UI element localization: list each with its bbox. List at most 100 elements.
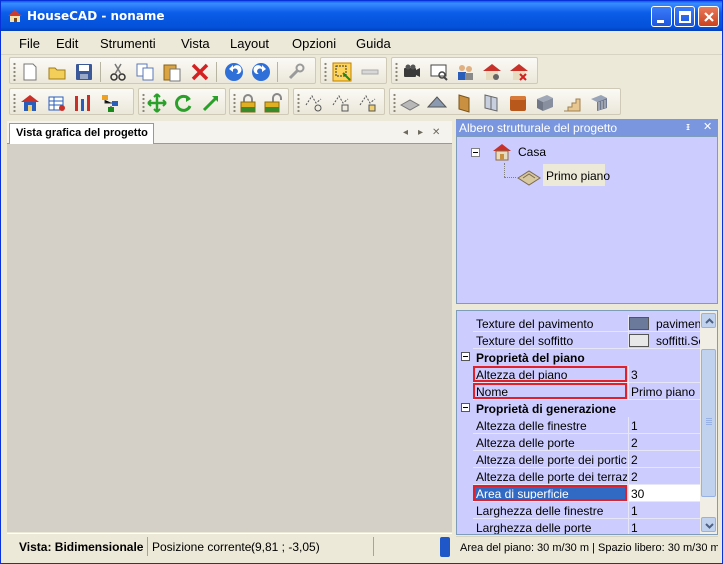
scale-icon[interactable] [201, 93, 221, 113]
menu-vista[interactable]: Vista [181, 36, 210, 51]
prop-value[interactable]: 2 [628, 468, 700, 484]
prop-row-larghezza-porte[interactable]: Larghezza delle porte 1 [457, 519, 700, 534]
tab-close-icon[interactable]: ✕ [432, 127, 440, 138]
prop-value[interactable]: 2 [628, 451, 700, 467]
menu-file[interactable]: File [19, 36, 40, 51]
prop-row-altezza-porte-porticati[interactable]: Altezza delle porte dei porticati 2 [457, 451, 700, 468]
shape-paste-icon[interactable] [358, 93, 378, 113]
menu-edit[interactable]: Edit [56, 36, 78, 51]
toolbar-grip[interactable] [324, 62, 327, 81]
prop-row-altezza-piano[interactable]: Altezza del piano 3 [457, 366, 700, 383]
redo-icon[interactable] [251, 62, 271, 82]
prop-row-area-superficie[interactable]: Area di superficie 30 [457, 485, 700, 502]
scroll-up-button[interactable] [701, 313, 716, 328]
floor-table-icon[interactable] [47, 93, 67, 113]
prop-row-altezza-porte-terrazzi[interactable]: Altezza delle porte dei terrazzi 2 [457, 468, 700, 485]
prop-category-piano[interactable]: Proprietà del piano [457, 349, 700, 366]
prop-row-nome[interactable]: Nome Primo piano [457, 383, 700, 400]
paste-icon[interactable] [162, 62, 182, 82]
measure-icon[interactable] [360, 62, 380, 82]
tree-node-casa[interactable]: Casa [518, 145, 546, 159]
tree-node-primo-piano[interactable]: Primo piano [546, 169, 610, 183]
menu-strumenti[interactable]: Strumenti [100, 36, 156, 51]
block-icon[interactable] [508, 93, 528, 113]
unlock-icon[interactable] [263, 93, 283, 113]
shape-copy-icon[interactable] [331, 93, 351, 113]
prop-name: Altezza delle porte dei terrazzi [473, 468, 627, 484]
wrench-icon[interactable] [286, 62, 306, 82]
prop-value[interactable]: 2 [628, 434, 700, 450]
camera-icon[interactable] [402, 62, 422, 82]
prop-row-texture-pavimento[interactable]: Texture del pavimento pavimenti [457, 315, 700, 332]
house-icon[interactable] [20, 93, 40, 113]
prop-value[interactable]: 1 [628, 417, 700, 433]
toolbar-grip[interactable] [395, 62, 398, 81]
toolbar-selection [320, 57, 387, 84]
hierarchy-icon[interactable] [100, 93, 120, 113]
house-delete-icon[interactable] [509, 62, 529, 82]
scroll-thumb[interactable] [701, 349, 716, 497]
tree-collapse-toggle[interactable] [471, 148, 480, 157]
category-collapse-toggle[interactable] [461, 403, 470, 412]
title-bar[interactable]: HouseCAD - noname [1, 1, 722, 31]
new-document-icon[interactable] [20, 62, 40, 82]
preview-icon[interactable] [429, 62, 449, 82]
close-button[interactable] [698, 6, 719, 27]
delete-icon[interactable] [190, 62, 210, 82]
lock-icon[interactable] [238, 93, 258, 113]
toolbar-grip[interactable] [233, 93, 236, 112]
rotate-icon[interactable] [174, 93, 194, 113]
prop-row-altezza-porte[interactable]: Altezza delle porte 2 [457, 434, 700, 451]
toolbar-grip[interactable] [393, 93, 396, 112]
tab-vista-grafica[interactable]: Vista grafica del progetto [9, 123, 154, 144]
tab-scroll-right-icon[interactable]: ▸ [418, 127, 423, 138]
move-icon[interactable] [147, 93, 167, 113]
window-frame-icon[interactable] [481, 93, 501, 113]
prop-value[interactable]: pavimenti [628, 315, 700, 331]
prop-value[interactable]: soffitti.Sc [628, 332, 700, 348]
prop-value[interactable]: 1 [628, 519, 700, 534]
panel-close-icon[interactable]: ✕ [703, 120, 712, 133]
pin-icon[interactable]: ᵻ [686, 120, 690, 133]
save-icon[interactable] [74, 62, 94, 82]
minimize-button[interactable] [651, 6, 672, 27]
undo-icon[interactable] [224, 62, 244, 82]
prop-value[interactable]: Primo piano [628, 383, 700, 399]
floor-slab-icon[interactable] [400, 93, 420, 113]
roof-icon[interactable] [427, 93, 447, 113]
toolbar-grip[interactable] [13, 62, 16, 81]
wall-icon[interactable] [535, 93, 555, 113]
prop-category-generazione[interactable]: Proprietà di generazione [457, 400, 700, 417]
prop-value[interactable]: 1 [628, 502, 700, 518]
select-area-icon[interactable] [332, 62, 352, 82]
columns-icon[interactable] [73, 93, 93, 113]
toolbar-grip[interactable] [13, 93, 16, 112]
door-icon[interactable] [454, 93, 474, 113]
prop-value[interactable]: 3 [628, 366, 700, 382]
house-settings-icon[interactable] [482, 62, 502, 82]
drawing-canvas[interactable] [7, 144, 452, 532]
category-collapse-toggle[interactable] [461, 352, 470, 361]
users-icon[interactable] [455, 62, 475, 82]
maximize-button[interactable] [674, 6, 695, 27]
toolbar-grip[interactable] [142, 93, 145, 112]
prop-row-larghezza-finestre[interactable]: Larghezza delle finestre 1 [457, 502, 700, 519]
prop-value-input[interactable]: 30 [628, 485, 700, 501]
tab-scroll-left-icon[interactable]: ◂ [403, 127, 408, 138]
railing-icon[interactable] [589, 93, 609, 113]
scroll-down-button[interactable] [701, 517, 716, 532]
cut-icon[interactable] [108, 62, 128, 82]
resize-grip-icon[interactable] [440, 537, 450, 557]
menu-guida[interactable]: Guida [356, 36, 391, 51]
copy-icon[interactable] [135, 62, 155, 82]
prop-name: Altezza delle porte dei porticati [473, 451, 627, 467]
prop-row-altezza-finestre[interactable]: Altezza delle finestre 1 [457, 417, 700, 434]
prop-row-texture-soffitto[interactable]: Texture del soffitto soffitti.Sc [457, 332, 700, 349]
menu-layout[interactable]: Layout [230, 36, 269, 51]
shape-dashed-icon[interactable] [304, 93, 324, 113]
toolbar-grip[interactable] [297, 93, 300, 112]
open-folder-icon[interactable] [47, 62, 67, 82]
stairs-icon[interactable] [562, 93, 582, 113]
property-scrollbar[interactable] [700, 311, 717, 534]
menu-opzioni[interactable]: Opzioni [292, 36, 336, 51]
